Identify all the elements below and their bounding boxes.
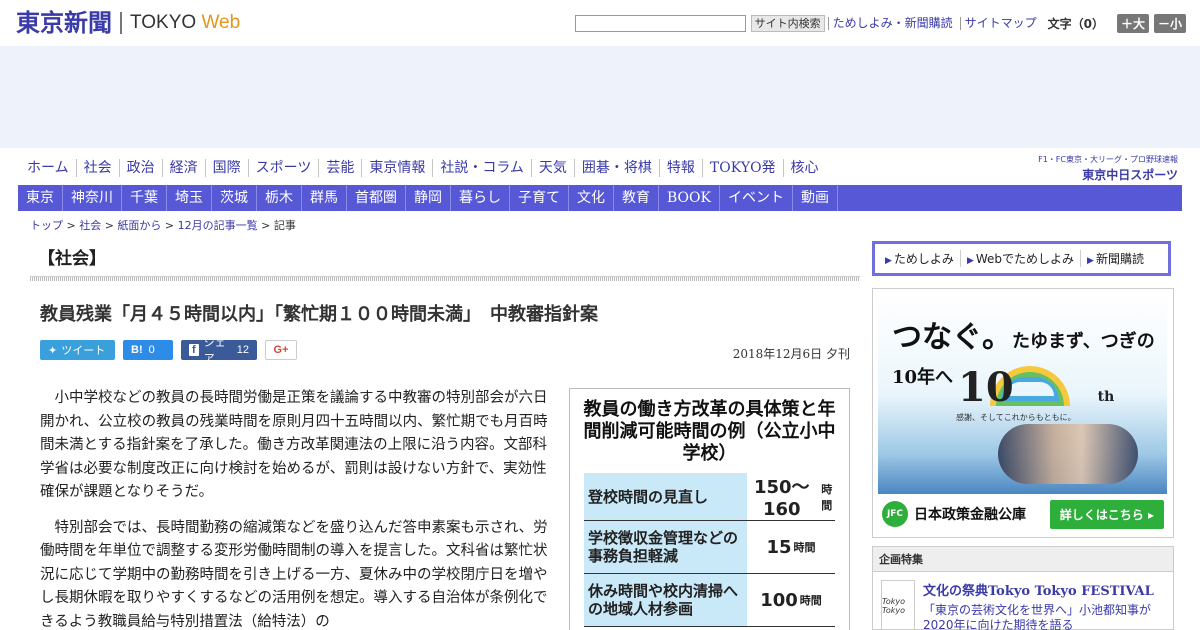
breadcrumb-link[interactable]: 12月の記事一覧 xyxy=(178,219,258,232)
nav-item[interactable]: 核心 xyxy=(782,159,826,177)
triangle-right-icon: ▶ xyxy=(885,256,892,266)
site-header: 東京新聞 TOKYO Web サイト内検索 ためしよみ・新聞購読 サイトマップ … xyxy=(0,0,1200,46)
chunichi-logo: 東京中日スポーツ xyxy=(1082,168,1178,182)
feature-box: 企画特集 Tokyo Tokyo 文化の祭典Tokyo Tokyo FESTIV… xyxy=(872,546,1174,630)
breadcrumb-link[interactable]: 紙面から xyxy=(117,219,161,232)
breadcrumb-link[interactable]: トップ xyxy=(30,219,63,232)
subscribe-link[interactable]: ▶ 新聞購読 xyxy=(1080,250,1150,267)
infographic-row: 登校時間の見直し 150～160 時間 xyxy=(584,473,835,521)
ad-10th-logo: 10th xyxy=(958,364,1115,411)
nav-item[interactable]: 政治 xyxy=(118,159,162,177)
logo-divider xyxy=(120,12,122,34)
infographic-row: 学校徴収金管理などの事務負担軽減 15 時間 xyxy=(584,521,835,574)
nav-item[interactable]: 国際 xyxy=(204,159,248,177)
breadcrumb-current: 記事 xyxy=(273,219,296,232)
site-logo[interactable]: 東京新聞 TOKYO Web xyxy=(16,9,240,37)
twitter-bird-icon: ✦ xyxy=(48,344,58,357)
article-body: 小中学校などの教員の長時間労働是正策を議論する中教審の特別部会が六日開かれ、公立… xyxy=(40,387,552,630)
section-title: 【社会】 xyxy=(38,249,106,269)
search-input[interactable] xyxy=(574,15,746,32)
article-paragraph: 小中学校などの教員の長時間労働是正策を議論する中教審の特別部会が六日開かれ、公立… xyxy=(40,390,548,500)
ad-details-button[interactable]: 詳しくはこちら ▸ xyxy=(1049,499,1164,529)
region-nav-item[interactable]: 教育 xyxy=(614,185,659,211)
search-button[interactable]: サイト内検索 xyxy=(750,15,825,32)
breadcrumb: トップ > 社会 > 紙面から > 12月の記事一覧 > 記事 xyxy=(30,219,296,232)
nav-item[interactable]: ホーム xyxy=(20,159,76,177)
article-paragraph: 特別部会では、長時間勤務の縮減策などを盛り込んだ答申素案も示され、労働時間を年単… xyxy=(40,519,548,630)
region-nav-item[interactable]: 埼玉 xyxy=(167,185,212,211)
ad-image: つなぐ。たゆまず、つぎの10年へ 10th 感謝、そしてこれからもともに。 xyxy=(878,294,1167,494)
infographic-row: 休み時間や校内清掃への地域人材参画 100 時間 xyxy=(584,574,835,627)
infographic[interactable]: 教員の働き方改革の具体策と年間削減可能時間の例（公立小中学校） 登校時間の見直し… xyxy=(569,388,850,630)
social-share-bar: ✦ ツイート B! 0 f シェア 12 G+ xyxy=(40,337,297,365)
handshake-image xyxy=(998,424,1138,484)
nav-item[interactable]: スポーツ xyxy=(247,159,319,177)
header-tools: サイト内検索 ためしよみ・新聞購読 サイトマップ 文字（0） ＋大 －小 xyxy=(574,14,1186,33)
region-nav-item[interactable]: 栃木 xyxy=(257,185,302,211)
tweet-button[interactable]: ✦ ツイート xyxy=(40,340,115,360)
region-nav-item[interactable]: 文化 xyxy=(569,185,614,211)
region-nav: 東京 神奈川 千葉 埼玉 茨城 栃木 群馬 首都圏 静岡 暮らし 子育て 文化 … xyxy=(18,185,1182,211)
infographic-title: 教員の働き方改革の具体策と年間削減可能時間の例（公立小中学校） xyxy=(583,399,836,464)
nav-item[interactable]: TOKYO発 xyxy=(701,159,783,177)
sidebar-ad[interactable]: つなぐ。たゆまず、つぎの10年へ 10th 感謝、そしてこれからもともに。 JF… xyxy=(872,288,1174,538)
font-smaller-button[interactable]: －小 xyxy=(1153,14,1186,33)
feature-header: 企画特集 xyxy=(873,547,1173,572)
region-nav-item[interactable]: 暮らし xyxy=(451,185,510,211)
main-nav: ホーム 社会 政治 経済 国際 スポーツ 芸能 東京情報 社説・コラム 天気 囲… xyxy=(20,159,826,177)
chunichi-tagline: F1・FC東京・大リーグ・プロ野球速報 xyxy=(1038,155,1178,164)
google-plus-button[interactable]: G+ xyxy=(265,340,297,360)
feature-description[interactable]: 「東京の芸術文化を世界へ」小池都知事が2020年に向けた期待を語る xyxy=(923,603,1165,630)
triangle-right-icon: ▶ xyxy=(1087,256,1094,266)
ad-logo-sub: 感謝、そしてこれからもともに。 xyxy=(956,413,1076,422)
chunichi-sports-link[interactable]: F1・FC東京・大リーグ・プロ野球速報 東京中日スポーツ xyxy=(1038,154,1178,183)
web-trial-link[interactable]: ▶ Webでためしよみ xyxy=(959,250,1080,267)
region-nav-item[interactable]: イベント xyxy=(720,185,793,211)
region-nav-item[interactable]: 静岡 xyxy=(406,185,451,211)
banner-ad-area xyxy=(0,46,1200,148)
nav-item[interactable]: 芸能 xyxy=(318,159,361,177)
article-date: 2018年12月6日 夕刊 xyxy=(732,347,850,361)
trial-subscribe-link[interactable]: ためしよみ・新聞購読 xyxy=(827,17,957,30)
trial-read-link[interactable]: ▶ ためしよみ xyxy=(879,250,960,267)
nav-item[interactable]: 経済 xyxy=(161,159,205,177)
logo-jp: 東京新聞 xyxy=(16,8,112,37)
chevron-right-icon: ▸ xyxy=(1147,507,1154,522)
nav-item[interactable]: 特報 xyxy=(658,159,702,177)
section-divider xyxy=(30,276,860,281)
logo-en: TOKYO Web xyxy=(130,12,241,33)
nav-item[interactable]: 社会 xyxy=(75,159,119,177)
font-size-label: 文字（0） xyxy=(1047,17,1104,31)
nav-item[interactable]: 囲碁・将棋 xyxy=(573,159,659,177)
region-nav-item[interactable]: 動画 xyxy=(793,185,838,211)
sitemap-link[interactable]: サイトマップ xyxy=(959,17,1041,30)
region-nav-item[interactable]: BOOK xyxy=(659,185,720,211)
ad-footer: JFC 日本政策金融公庫 詳しくはこちら ▸ xyxy=(878,494,1168,534)
region-nav-item[interactable]: 千葉 xyxy=(122,185,167,211)
hatena-bookmark-button[interactable]: B! 0 xyxy=(123,340,173,360)
facebook-share-button[interactable]: f シェア 12 xyxy=(181,337,257,365)
triangle-right-icon: ▶ xyxy=(966,256,974,266)
region-nav-item[interactable]: 神奈川 xyxy=(63,185,122,211)
nav-item[interactable]: 東京情報 xyxy=(361,159,432,177)
ad-org-name: 日本政策金融公庫 xyxy=(914,507,1026,523)
region-nav-item[interactable]: 子育て xyxy=(510,185,569,211)
subscription-links: ▶ ためしよみ ▶ Webでためしよみ ▶ 新聞購読 xyxy=(872,241,1171,276)
region-nav-item[interactable]: 首都圏 xyxy=(347,185,406,211)
nav-item[interactable]: 天気 xyxy=(530,159,574,177)
region-nav-item[interactable]: 群馬 xyxy=(302,185,347,211)
jfc-logo: JFC xyxy=(882,501,908,527)
region-nav-item[interactable]: 茨城 xyxy=(212,185,257,211)
font-larger-button[interactable]: ＋大 xyxy=(1116,14,1149,33)
breadcrumb-link[interactable]: 社会 xyxy=(79,219,101,232)
hatena-icon: B! xyxy=(131,344,143,356)
nav-item[interactable]: 社説・コラム xyxy=(432,159,531,177)
article-headline: 教員残業「月４５時間以内」「繁忙期１００時間未満」 中教審指針案 xyxy=(40,304,598,325)
region-nav-item[interactable]: 東京 xyxy=(18,185,63,211)
feature-title-link[interactable]: 文化の祭典Tokyo Tokyo FESTIVAL xyxy=(923,580,1165,599)
feature-thumbnail[interactable]: Tokyo Tokyo xyxy=(881,580,915,630)
facebook-icon: f xyxy=(189,344,199,356)
